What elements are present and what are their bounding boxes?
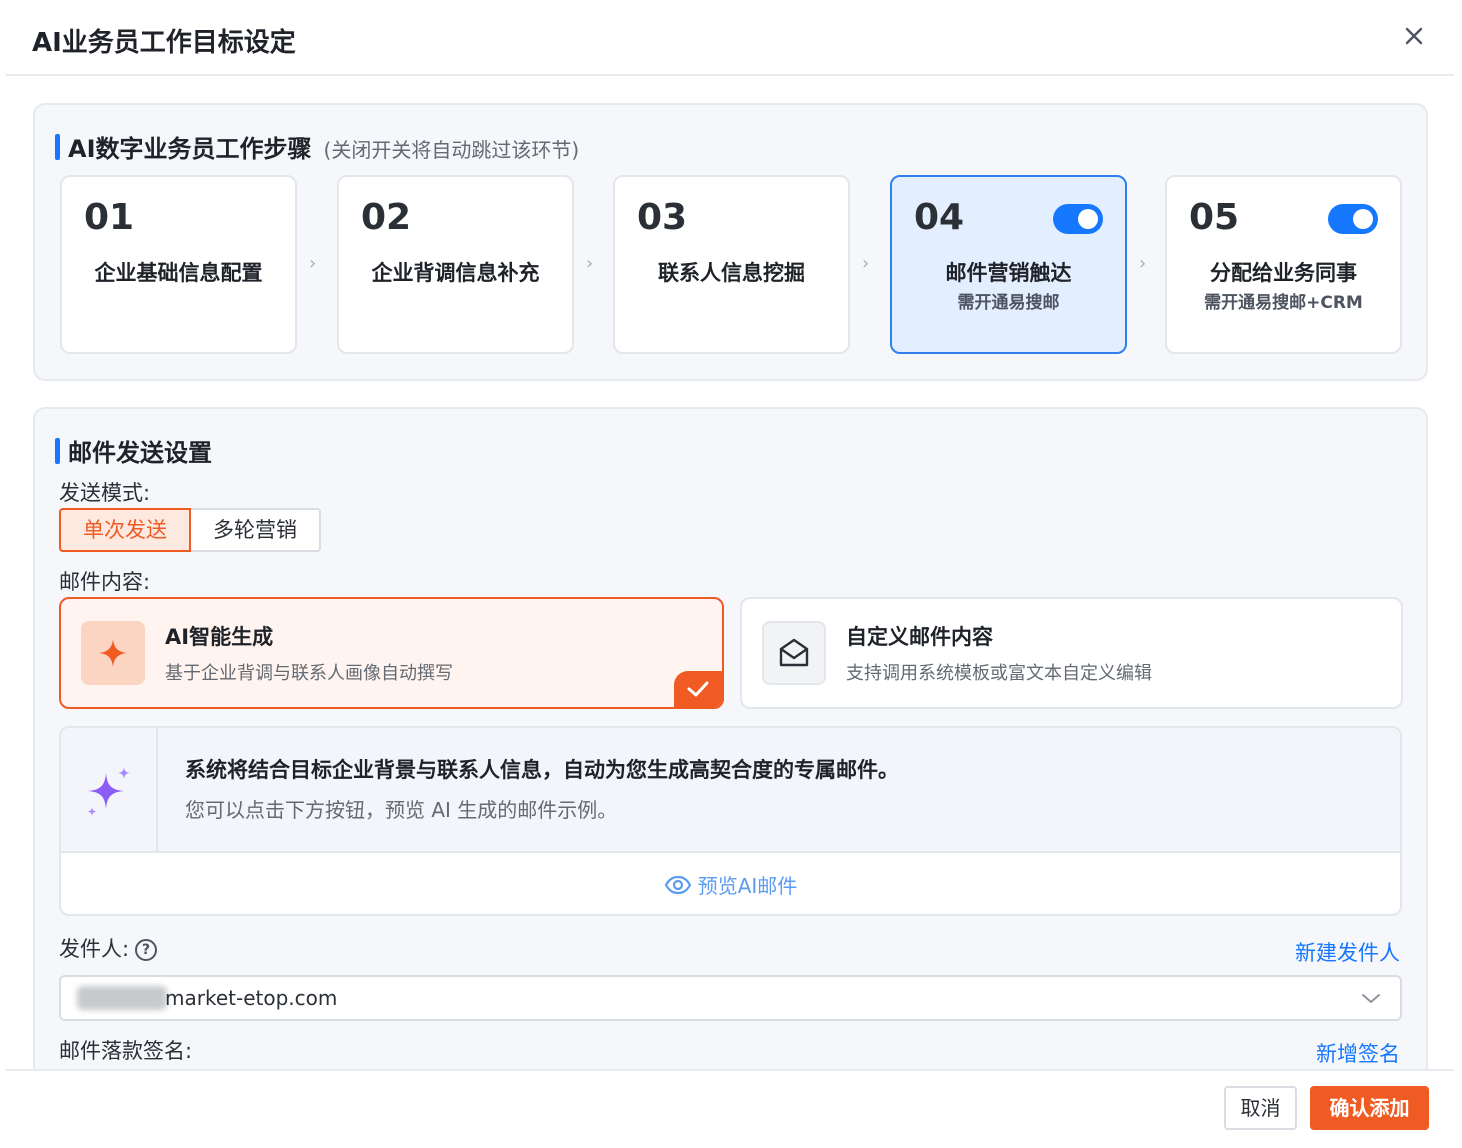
step-arrow-icon: › bbox=[586, 253, 594, 274]
step-card-02[interactable]: 02 企业背调信息补充 bbox=[337, 175, 574, 354]
modal-footer: 取消 确认添加 bbox=[6, 1069, 1454, 1148]
step-label: 企业背调信息补充 bbox=[371, 261, 540, 285]
new-sender-link[interactable]: 新建发件人 bbox=[1295, 937, 1400, 967]
title-accent-bar bbox=[55, 133, 60, 160]
step-card-04[interactable]: 04 邮件营销触达 需开通易搜邮 bbox=[890, 175, 1127, 354]
step-requirement: 需开通易搜邮+CRM bbox=[1204, 293, 1363, 313]
steps-section-title: AI数字业务员工作步骤 (关闭开关将自动跳过该环节) bbox=[55, 129, 579, 164]
close-icon bbox=[1405, 27, 1423, 45]
sender-label-row: 发件人:? bbox=[59, 933, 158, 963]
sender-label: 发件人: bbox=[59, 937, 130, 961]
new-signature-link[interactable]: 新增签名 bbox=[1316, 1038, 1400, 1068]
sender-select[interactable]: market-etop.com bbox=[59, 975, 1402, 1021]
preview-ai-email-label: 预览AI邮件 bbox=[697, 874, 798, 898]
ai-info-sub-text: 您可以点击下方按钮，预览 AI 生成的邮件示例。 bbox=[185, 798, 618, 822]
content-option-desc: 支持调用系统模板或富文本自定义编辑 bbox=[846, 663, 1152, 684]
step-toggle-05[interactable] bbox=[1328, 204, 1378, 234]
signature-label: 邮件落款签名: bbox=[59, 1039, 193, 1063]
step-card-03[interactable]: 03 联系人信息挖掘 bbox=[613, 175, 850, 354]
step-number: 05 bbox=[1189, 197, 1240, 238]
steps-note: (关闭开关将自动跳过该环节) bbox=[323, 138, 580, 162]
send-mode-single-button[interactable]: 单次发送 bbox=[59, 508, 191, 552]
content-option-custom[interactable]: 自定义邮件内容 支持调用系统模板或富文本自定义编辑 bbox=[740, 597, 1403, 709]
step-label: 企业基础信息配置 bbox=[94, 261, 263, 285]
stars-icon bbox=[87, 766, 130, 816]
preview-ai-email-button[interactable]: 预览AI邮件 bbox=[61, 853, 1400, 914]
content-label: 邮件内容: bbox=[59, 570, 151, 594]
toggle-knob bbox=[1078, 209, 1098, 229]
step-requirement: 需开通易搜邮 bbox=[957, 293, 1060, 313]
sparkle-icon-tile bbox=[81, 621, 145, 685]
step-number: 04 bbox=[914, 197, 965, 238]
eye-icon bbox=[664, 875, 691, 894]
steps-title-text: AI数字业务员工作步骤 bbox=[68, 135, 312, 163]
ai-info-main-text: 系统将结合目标企业背景与联系人信息，自动为您生成高契合度的专属邮件。 bbox=[185, 758, 899, 782]
send-mode-segmented: 单次发送 多轮营销 bbox=[59, 508, 321, 552]
step-toggle-04[interactable] bbox=[1053, 204, 1103, 234]
step-arrow-icon: › bbox=[1139, 253, 1147, 274]
redacted-sender-prefix bbox=[77, 986, 167, 1010]
step-label: 邮件营销触达 bbox=[945, 261, 1072, 285]
modal-header: AI业务员工作目标设定 bbox=[6, 0, 1454, 76]
send-mode-multi-button[interactable]: 多轮营销 bbox=[191, 508, 321, 552]
check-icon bbox=[687, 681, 709, 697]
content-option-ai[interactable]: AI智能生成 基于企业背调与联系人画像自动撰写 bbox=[59, 597, 724, 709]
chevron-down-icon bbox=[1362, 994, 1380, 1003]
step-number: 02 bbox=[361, 197, 412, 238]
content-option-title: AI智能生成 bbox=[165, 625, 274, 649]
content-option-desc: 基于企业背调与联系人画像自动撰写 bbox=[165, 663, 453, 684]
modal-title: AI业务员工作目标设定 bbox=[32, 28, 296, 58]
email-settings-panel: 邮件发送设置 发送模式: 单次发送 多轮营销 邮件内容: AI智能生成 基于企业… bbox=[33, 407, 1428, 1107]
cancel-button[interactable]: 取消 bbox=[1224, 1086, 1297, 1130]
sender-value: market-etop.com bbox=[165, 986, 338, 1010]
confirm-add-button[interactable]: 确认添加 bbox=[1310, 1086, 1429, 1130]
envelope-open-icon bbox=[779, 638, 809, 667]
step-card-01[interactable]: 01 企业基础信息配置 bbox=[60, 175, 297, 354]
email-section-title: 邮件发送设置 bbox=[55, 433, 212, 468]
step-label: 分配给业务同事 bbox=[1210, 261, 1357, 285]
ai-info-header: 系统将结合目标企业背景与联系人信息，自动为您生成高契合度的专属邮件。 您可以点击… bbox=[61, 728, 1400, 853]
content-option-title: 自定义邮件内容 bbox=[846, 625, 993, 649]
envelope-icon-tile bbox=[762, 621, 826, 685]
send-mode-label: 发送模式: bbox=[59, 481, 151, 505]
close-button[interactable] bbox=[1398, 20, 1430, 52]
step-arrow-icon: › bbox=[309, 253, 317, 274]
step-card-05[interactable]: 05 分配给业务同事 需开通易搜邮+CRM bbox=[1165, 175, 1402, 354]
help-icon[interactable]: ? bbox=[135, 939, 158, 961]
step-number: 03 bbox=[637, 197, 688, 238]
title-accent-bar bbox=[55, 437, 60, 464]
work-steps-panel: AI数字业务员工作步骤 (关闭开关将自动跳过该环节) 01 企业基础信息配置 ›… bbox=[33, 103, 1428, 381]
toggle-knob bbox=[1353, 209, 1373, 229]
email-title-text: 邮件发送设置 bbox=[68, 439, 212, 467]
ai-info-icon-column bbox=[61, 728, 158, 853]
selected-check-badge bbox=[674, 671, 722, 707]
ai-info-box: 系统将结合目标企业背景与联系人信息，自动为您生成高契合度的专属邮件。 您可以点击… bbox=[59, 726, 1402, 916]
sparkle-icon bbox=[99, 639, 127, 667]
step-number: 01 bbox=[84, 197, 135, 238]
step-arrow-icon: › bbox=[862, 253, 870, 274]
step-label: 联系人信息挖掘 bbox=[658, 261, 805, 285]
